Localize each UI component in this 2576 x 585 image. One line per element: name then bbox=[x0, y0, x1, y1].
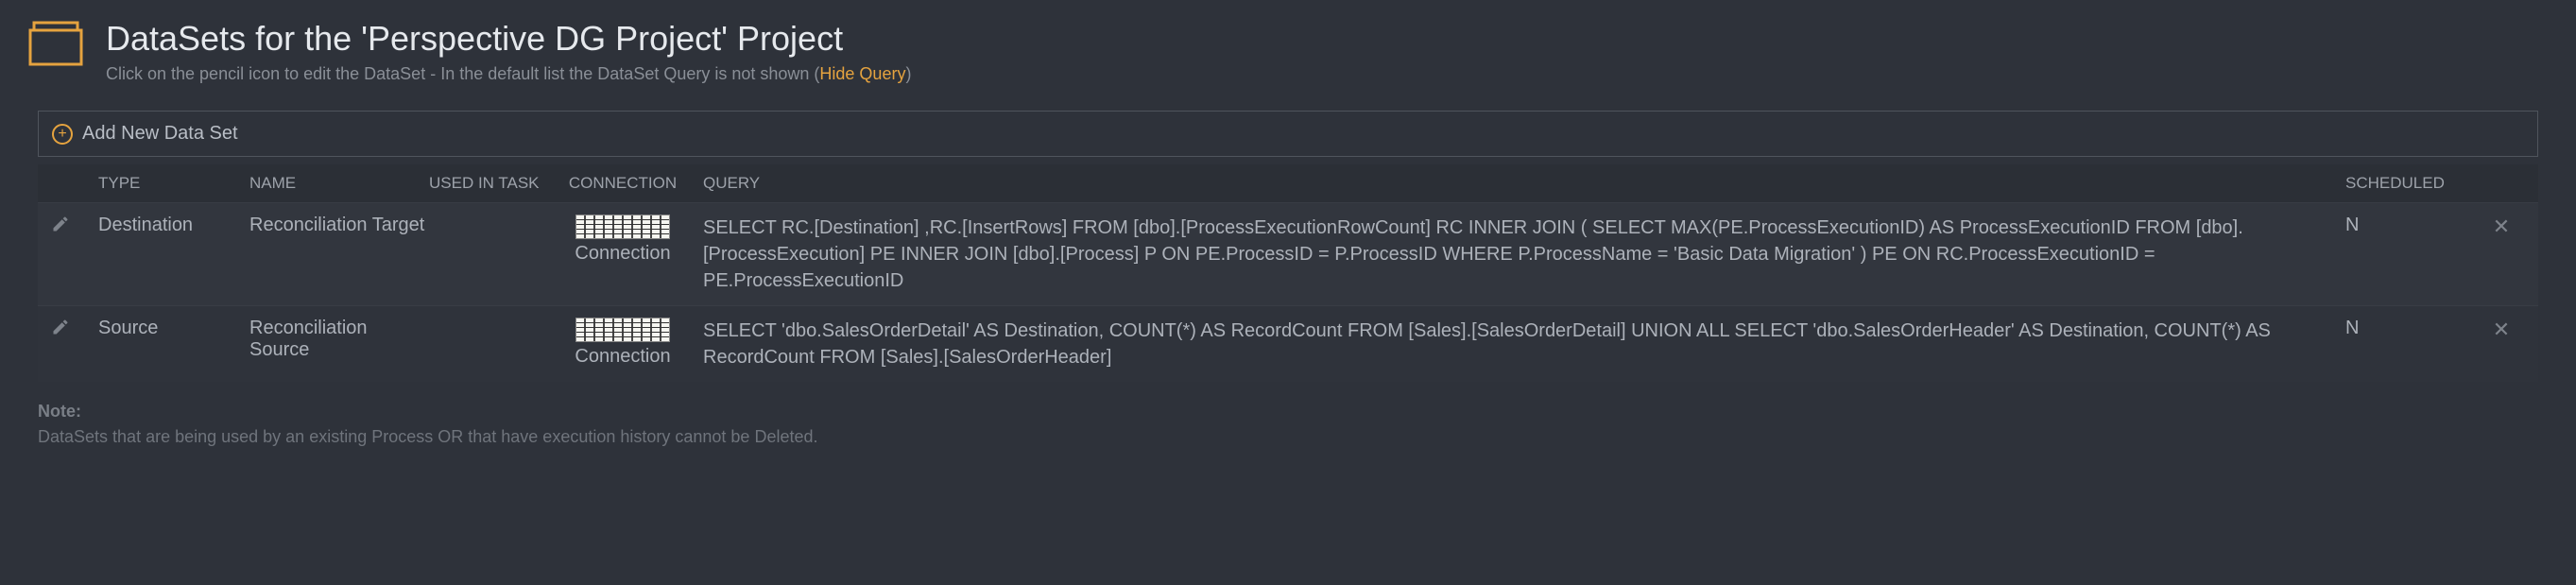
header-used-in: USED IN TASK bbox=[429, 174, 542, 193]
cell-query: SELECT 'dbo.SalesOrderDetail' AS Destina… bbox=[703, 318, 2345, 370]
content-panel: + Add New Data Set TYPE NAME USED IN TAS… bbox=[38, 111, 2538, 450]
connection-thumbnail[interactable] bbox=[575, 318, 670, 342]
cell-query: SELECT RC.[Destination] ,RC.[InsertRows]… bbox=[703, 215, 2345, 294]
pencil-icon[interactable] bbox=[51, 217, 70, 238]
note-text: DataSets that are being used by an exist… bbox=[38, 424, 2538, 450]
close-icon[interactable]: ✕ bbox=[2493, 215, 2510, 238]
add-new-dataset-label: Add New Data Set bbox=[82, 123, 238, 145]
pencil-icon[interactable] bbox=[51, 320, 70, 341]
close-icon[interactable]: ✕ bbox=[2493, 318, 2510, 341]
page-header: DataSets for the 'Perspective DG Project… bbox=[19, 19, 2557, 84]
page-subtitle: Click on the pencil icon to edit the Dat… bbox=[106, 64, 911, 84]
subtitle-suffix: ) bbox=[905, 64, 911, 83]
header-scheduled: SCHEDULED bbox=[2345, 174, 2478, 193]
plus-icon: + bbox=[52, 124, 73, 145]
cell-name: Reconciliation Source bbox=[249, 318, 429, 361]
page-title: DataSets for the 'Perspective DG Project… bbox=[106, 19, 911, 59]
cell-scheduled: N bbox=[2345, 215, 2478, 236]
header-name: NAME bbox=[249, 174, 429, 193]
cell-scheduled: N bbox=[2345, 318, 2478, 339]
subtitle-prefix: Click on the pencil icon to edit the Dat… bbox=[106, 64, 819, 83]
cell-name: Reconciliation Target bbox=[249, 215, 429, 236]
hide-query-link[interactable]: Hide Query bbox=[819, 64, 905, 83]
datasets-table: TYPE NAME USED IN TASK CONNECTION QUERY … bbox=[38, 164, 2538, 382]
cell-type: Destination bbox=[98, 215, 249, 236]
table-row: Source Reconciliation Source Connection … bbox=[38, 305, 2538, 382]
add-new-dataset-button[interactable]: + Add New Data Set bbox=[38, 111, 2538, 157]
header-type: TYPE bbox=[98, 174, 249, 193]
cell-connection-label: Connection bbox=[575, 243, 670, 265]
cell-connection-label: Connection bbox=[575, 346, 670, 368]
connection-thumbnail[interactable] bbox=[575, 215, 670, 239]
table-header-row: TYPE NAME USED IN TASK CONNECTION QUERY … bbox=[38, 164, 2538, 202]
header-connection: CONNECTION bbox=[542, 174, 703, 193]
header-query: QUERY bbox=[703, 174, 2345, 193]
note-label: Note: bbox=[38, 399, 2538, 424]
cell-type: Source bbox=[98, 318, 249, 339]
note-block: Note: DataSets that are being used by an… bbox=[38, 399, 2538, 450]
table-row: Destination Reconciliation Target Connec… bbox=[38, 202, 2538, 305]
folder-icon bbox=[28, 19, 83, 66]
